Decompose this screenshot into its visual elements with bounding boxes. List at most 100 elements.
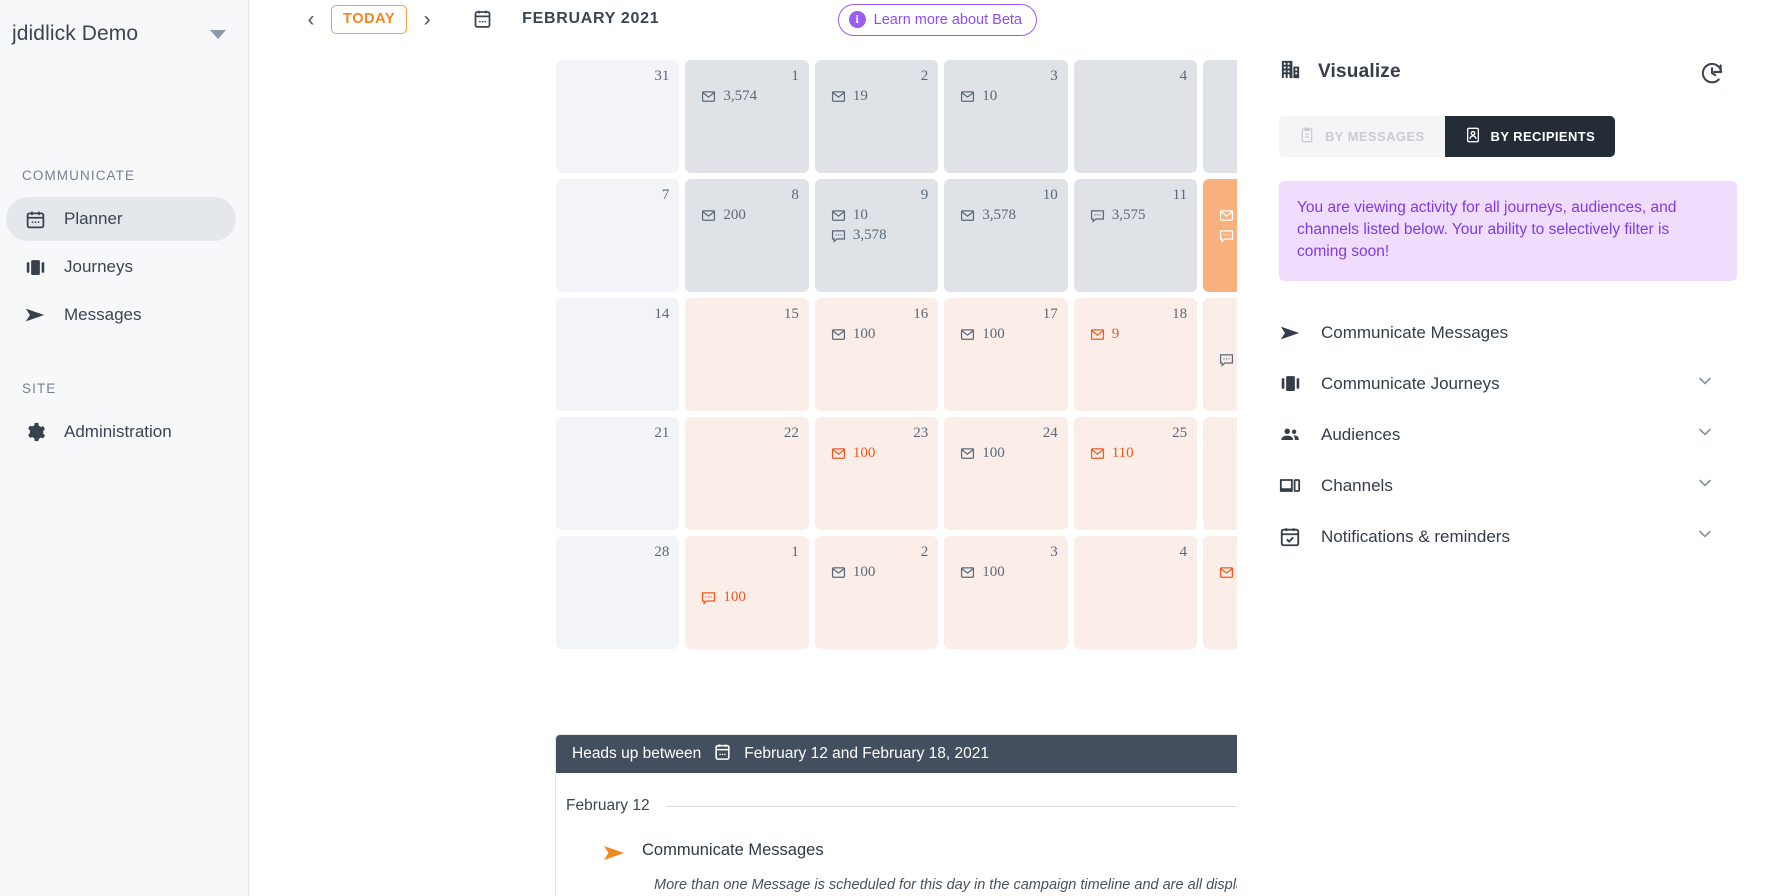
sidebar-item-label: Administration [64, 422, 172, 442]
calendar-day-cell[interactable]: 189 [1074, 298, 1197, 411]
calendar-event-count: 100 [723, 589, 746, 606]
envelope-icon [1090, 446, 1105, 461]
calendar-event-count: 100 [853, 326, 876, 343]
month-label: FEBRUARY 2021 [522, 10, 659, 28]
calendar-day-cell[interactable]: 31 [556, 60, 679, 173]
filter-item-audiences[interactable]: Audiences [1279, 409, 1725, 460]
sidebar-item-messages[interactable]: Messages [6, 293, 236, 337]
calendar-event[interactable]: 100 [825, 564, 928, 581]
calendar-day-cell[interactable]: 2100 [815, 536, 938, 649]
calendar-day-cell[interactable]: 3100 [944, 536, 1067, 649]
chevron-down-icon[interactable] [1695, 524, 1715, 549]
tab-by-messages[interactable]: BY MESSAGES [1279, 116, 1445, 157]
calendar-event[interactable]: 10 [825, 207, 928, 224]
calendar-event[interactable]: 10 [954, 88, 1057, 105]
calendar-event[interactable]: 100 [954, 564, 1057, 581]
filter-item-communicate-messages[interactable]: Communicate Messages [1279, 307, 1725, 358]
calendar-day-cell[interactable]: 103,578 [944, 179, 1067, 292]
filter-item-label: Notifications & reminders [1321, 527, 1510, 547]
calendar-toolbar: ‹ TODAY › FEBRUARY 2021 i Learn more abo… [249, 0, 1237, 38]
calendar-event[interactable]: 200 [695, 207, 798, 224]
calendar-day-cell[interactable]: 1100 [685, 536, 808, 649]
calendar-day-cell[interactable]: 22 [685, 417, 808, 530]
chevron-down-icon[interactable] [1695, 473, 1715, 498]
calendar-day-cell[interactable]: 25110 [1074, 417, 1197, 530]
calendar-day-number: 16 [825, 306, 928, 323]
info-icon: i [849, 11, 866, 28]
tab-label: BY RECIPIENTS [1491, 129, 1596, 144]
journeys-icon [1279, 373, 1301, 394]
calendar-day-number: 3 [954, 544, 1057, 561]
calendar-day-cell[interactable]: 16100 [815, 298, 938, 411]
prev-month-button[interactable]: ‹ [298, 6, 324, 32]
calendar-event[interactable]: 100 [825, 326, 928, 343]
org-name: jdidlick Demo [12, 22, 138, 46]
calendar-event[interactable]: 3,578 [954, 207, 1057, 224]
calendar-day-cell[interactable]: 14 [556, 298, 679, 411]
calendar-event[interactable]: 3,575 [1084, 207, 1187, 224]
org-switcher[interactable]: jdidlick Demo [0, 0, 248, 46]
envelope-icon [831, 89, 846, 104]
filter-item-communicate-journeys[interactable]: Communicate Journeys [1279, 358, 1725, 409]
calendar-day-number: 2 [825, 68, 928, 85]
filter-item-channels[interactable]: Channels [1279, 460, 1725, 511]
sidebar-nav-communicate: Planner Journeys [0, 197, 248, 337]
calendar-day-cell[interactable]: 8200 [685, 179, 808, 292]
calendar-day-number: 17 [954, 306, 1057, 323]
sidebar-item-journeys[interactable]: Journeys [6, 245, 236, 289]
calendar-day-cell[interactable]: 219 [815, 60, 938, 173]
calendar-event-count: 100 [982, 564, 1005, 581]
calendar-event[interactable]: 3,574 [695, 88, 798, 105]
calendar-event-count: 3,578 [853, 227, 887, 244]
today-button[interactable]: TODAY [331, 5, 407, 34]
calendar-day-cell[interactable]: 17100 [944, 298, 1067, 411]
calendar-event[interactable]: 9 [1084, 326, 1187, 343]
calendar-day-number: 22 [695, 425, 798, 442]
calendar-event[interactable]: 100 [825, 445, 928, 462]
calendar-icon [472, 8, 493, 30]
calendar-event[interactable]: 19 [825, 88, 928, 105]
sidebar-item-planner[interactable]: Planner [6, 197, 236, 241]
visualize-mode-toggle[interactable]: BY MESSAGES BY RECIPIENTS [1279, 116, 1615, 157]
calendar-day-cell[interactable]: 15 [685, 298, 808, 411]
calendar-day-cell[interactable]: 13,574 [685, 60, 808, 173]
calendar-event[interactable]: 100 [695, 589, 798, 606]
chevron-down-icon[interactable] [1695, 422, 1715, 447]
tab-by-recipients[interactable]: BY RECIPIENTS [1445, 116, 1616, 157]
heads-up-item-title: Communicate Messages [642, 841, 824, 860]
calendar-event[interactable]: 3,578 [825, 227, 928, 244]
calendar-day-cell[interactable]: 24100 [944, 417, 1067, 530]
heads-up-date-label: February 12 [566, 797, 650, 815]
calendar-day-cell[interactable]: 23100 [815, 417, 938, 530]
learn-more-beta-button[interactable]: i Learn more about Beta [838, 4, 1037, 36]
filter-item-label: Channels [1321, 476, 1393, 496]
calendar-event-count: 10 [982, 88, 997, 105]
calendar-day-cell[interactable]: 7 [556, 179, 679, 292]
filter-item-notifications-reminders[interactable]: Notifications & reminders [1279, 511, 1725, 562]
next-month-button[interactable]: › [414, 6, 440, 32]
calendar-day-cell[interactable]: 9103,578 [815, 179, 938, 292]
history-refresh-icon[interactable] [1699, 60, 1725, 91]
calendar-day-number: 25 [1084, 425, 1187, 442]
calendar-day-cell[interactable]: 11 3,575 [1074, 179, 1197, 292]
calendar-day-cell[interactable]: 28 [556, 536, 679, 649]
calendar-event-count: 10 [853, 207, 868, 224]
app-root: jdidlick Demo COMMUNICATE Planner [0, 0, 1767, 896]
heads-up-range: February 12 and February 18, 2021 [744, 745, 989, 763]
visualize-title: Visualize [1318, 61, 1401, 83]
calendar-day-cell[interactable]: 21 [556, 417, 679, 530]
calendar-event[interactable]: 100 [954, 326, 1057, 343]
calendar-day-cell[interactable]: 310 [944, 60, 1067, 173]
calendar-event[interactable]: 110 [1084, 445, 1187, 462]
sidebar-item-administration[interactable]: Administration [6, 410, 236, 454]
chevron-down-icon[interactable] [1695, 371, 1715, 396]
calendar-day-cell[interactable]: 4 [1074, 60, 1197, 173]
sidebar: jdidlick Demo COMMUNICATE Planner [0, 0, 249, 896]
calendar-day-cell[interactable]: 4 [1074, 536, 1197, 649]
calendar-day-number: 31 [566, 68, 669, 85]
calendar-icon [24, 208, 46, 230]
calendar-day-number: 11 [1084, 187, 1187, 204]
calendar-event[interactable]: 100 [954, 445, 1057, 462]
calendar-event-count: 100 [982, 326, 1005, 343]
calendar-day-number: 18 [1084, 306, 1187, 323]
